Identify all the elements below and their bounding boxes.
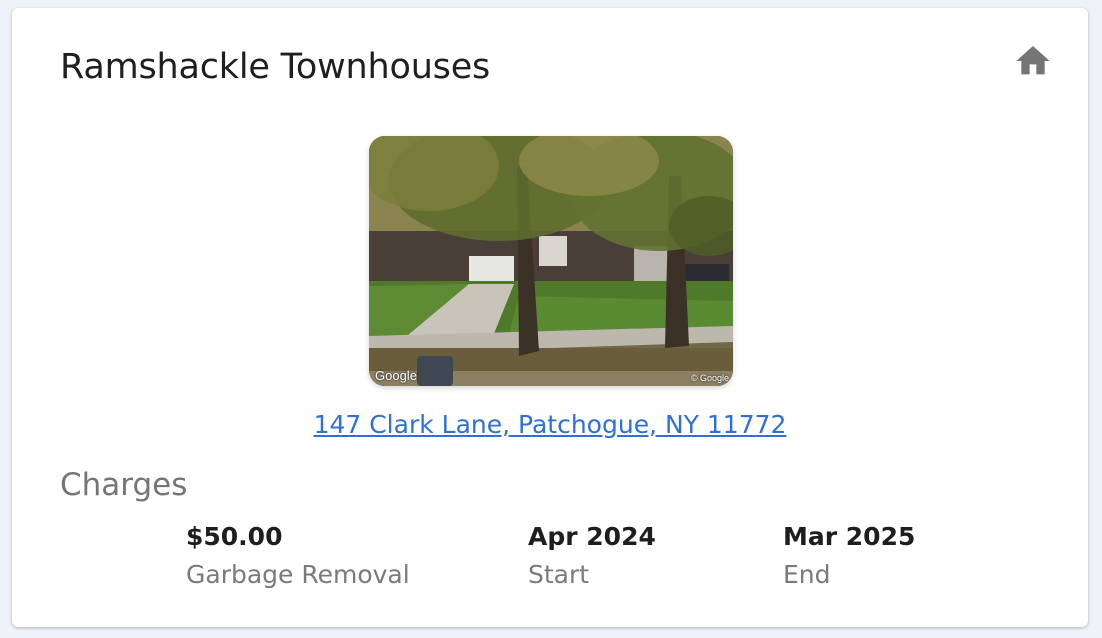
photo-watermark: Google <box>375 368 417 383</box>
charge-end-label: End <box>783 560 831 589</box>
charge-end-value: Mar 2025 <box>783 522 916 551</box>
home-icon <box>1016 46 1050 75</box>
charge-start-label: Start <box>528 560 590 589</box>
street-view-image <box>369 136 733 386</box>
charge-description: Garbage Removal <box>186 560 410 589</box>
charge-end-cell: Mar 2025 End <box>783 524 915 587</box>
property-title: Ramshackle Townhouses <box>60 47 491 87</box>
photo-copyright: © Google <box>690 373 729 383</box>
property-card: Ramshackle Townhouses Google © Google 14… <box>12 8 1088 627</box>
charge-amount-cell: $50.00 Garbage Removal <box>186 524 410 587</box>
charge-start-value: Apr 2024 <box>528 522 656 551</box>
property-photo[interactable]: Google © Google <box>369 136 733 386</box>
address-link[interactable]: 147 Clark Lane, Patchogue, NY 11772 <box>314 410 787 439</box>
home-button[interactable] <box>1010 38 1056 84</box>
charge-amount: $50.00 <box>186 522 283 551</box>
charge-start-cell: Apr 2024 Start <box>528 524 656 587</box>
charges-heading: Charges <box>60 467 188 503</box>
property-address: 147 Clark Lane, Patchogue, NY 11772 <box>12 411 1088 439</box>
